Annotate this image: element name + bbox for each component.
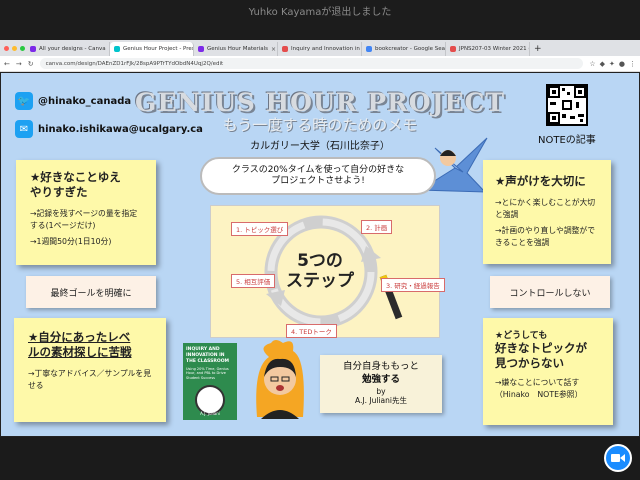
quote-line-2: 勉強する [361, 373, 400, 385]
quote-line-1: 自分自身ももっと [342, 361, 419, 372]
note3-title: ★自分にあったレベ [28, 330, 131, 344]
tab-favicon-icon [114, 46, 120, 52]
browser-tabs: All your designs - Canva×Genius Hour Pro… [0, 40, 640, 56]
note1-text-2: →1週間50分(1日10分) [30, 237, 112, 247]
tab-label: All your designs - Canva [39, 46, 106, 52]
note4-title: 好きなトピックが [495, 341, 587, 355]
note2-text-1: →とにかく楽しむことが大切と強調 [495, 197, 596, 219]
step-4-label: 4. TEDトーク [286, 324, 337, 338]
twitter-icon: 🐦 [15, 92, 33, 110]
note4-subtitle: 見つからない [495, 355, 564, 370]
address-bar-row: ← → ↻ canva.com/design/DAEnZD1rFJk/28spA… [0, 56, 640, 72]
maximize-window-icon[interactable] [20, 46, 25, 51]
window-controls [0, 46, 26, 56]
tab-4[interactable]: Inquiry and Innovation in the C× [278, 42, 362, 56]
quote-box: 自分自身ももっと 勉強する by A.J. Juliani先生 [320, 355, 442, 413]
back-icon[interactable]: ← [4, 60, 10, 68]
sticky-note-3: ★自分にあったレベ ルの素材探しに苦戦 →丁寧なアドバイス／サンプルを見せる [14, 318, 166, 422]
five-steps-center: 5つの ステップ [286, 251, 354, 291]
note-article-label: NOTEの記事 [538, 135, 596, 146]
note1-subtitle: やりすぎた [30, 184, 88, 199]
tab-favicon-icon [198, 46, 204, 52]
step-5-label: 5. 相互評価 [231, 274, 276, 288]
book-title: INQUIRY AND INNOVATION IN THE CLASSROOM [186, 347, 230, 364]
tab-5[interactable]: bookcreator - Google Search× [362, 42, 446, 56]
note2-text-2: →計画のやり直しや調整ができることを強調 [495, 226, 596, 247]
poster-university: カルガリー大学（石川比奈子） [250, 141, 390, 152]
extension-icon[interactable]: ◆ [600, 60, 605, 68]
book-author: A.J. Juliani [200, 410, 220, 416]
step-3-label: 3. 研究・経過報告 [381, 278, 445, 292]
note4-pretitle: ★どうしても [495, 331, 548, 341]
tab-2[interactable]: Genius Hour Project - Present× [110, 42, 194, 56]
note2-title: ★声がけを大切に [495, 174, 586, 188]
tab-label: Inquiry and Innovation in the C [291, 46, 361, 52]
twitter-handle: 🐦 @hinako_canada [15, 92, 131, 110]
note3-text-1: →丁寧なアドバイス／サンプルを見せる [28, 368, 152, 390]
meeting-notice: Yuhko Kayamaが退出しました [0, 0, 640, 40]
tab-1[interactable]: All your designs - Canva× [26, 42, 110, 56]
tab-favicon-icon [366, 46, 372, 52]
book-cover-image: INQUIRY AND INNOVATION IN THE CLASSROOM … [183, 343, 237, 420]
tab-label: Genius Hour Materials [207, 46, 268, 52]
note1-title: ★好きなことゆえ [30, 170, 121, 184]
tab-close-icon[interactable]: × [271, 46, 276, 53]
menu-icon[interactable]: ⋮ [629, 60, 636, 68]
quote-author: A.J. Juliani先生 [355, 396, 407, 406]
tab-favicon-icon [282, 46, 288, 52]
note4-text-1: →嫌なことについて話す（Hinako NOTE参照） [495, 377, 583, 399]
note1-text-1: →記録を残すページの量を指定する(1ページだけ) [30, 208, 138, 230]
quote-by: by [376, 386, 386, 396]
mail-icon: ✉ [15, 120, 33, 138]
url-input[interactable]: canva.com/design/DAEnZD1rFJk/28spA9PTrTY… [39, 58, 584, 69]
no-control-label: コントロールしない [490, 276, 610, 308]
tab-6[interactable]: JPNS207-03 Winter 2021 (Ko× [446, 42, 530, 56]
intro-speech-bubble: クラスの20%タイムを使って自分の好きな プロジェクトさせよう! [200, 157, 436, 195]
tab-3[interactable]: Genius Hour Materials × [194, 42, 278, 56]
puzzle-icon[interactable]: ✦ [609, 60, 615, 68]
book-subtitle: Using 20% Time, Genius Hour, and PBL to … [186, 366, 229, 380]
note3-subtitle: ルの素材探しに苦戦 [28, 344, 132, 359]
meeting-toolbar [0, 437, 640, 480]
sticky-note-4: ★どうしても 好きなトピックが 見つからない →嫌なことについて話す（Hinak… [483, 318, 613, 425]
qr-code-icon [546, 84, 588, 126]
sticky-note-2: ★声がけを大切に →とにかく楽しむことが大切と強調 →計画のやり直しや調整ができ… [483, 160, 611, 264]
extensions: ☆ ◆ ✦ ● ⋮ [589, 60, 636, 68]
clear-goal-label: 最終ゴールを明確に [26, 276, 156, 308]
new-tab-button[interactable]: + [530, 44, 546, 56]
tab-label: bookcreator - Google Search [375, 46, 446, 52]
avatar-illustration-icon [256, 340, 304, 419]
video-camera-icon[interactable] [604, 444, 632, 472]
forward-icon[interactable]: → [16, 60, 22, 68]
close-window-icon[interactable] [4, 46, 9, 51]
tab-label: Genius Hour Project - Present [123, 46, 193, 52]
reload-icon[interactable]: ↻ [28, 60, 34, 68]
profile-icon[interactable]: ● [619, 60, 625, 68]
tab-label: JPNS207-03 Winter 2021 (Ko [459, 46, 530, 52]
poster-title: GENIUS HOUR PROJECT [135, 88, 505, 117]
sticky-note-1: ★好きなことゆえ やりすぎた →記録を残すページの量を指定する(1ページだけ) … [16, 160, 156, 265]
star-icon[interactable]: ☆ [589, 60, 595, 68]
step-2-label: 2. 計画 [361, 220, 393, 234]
tab-favicon-icon [450, 46, 456, 52]
step-1-label: 1. トピック選び [231, 222, 289, 236]
minimize-window-icon[interactable] [12, 46, 17, 51]
tab-favicon-icon [30, 46, 36, 52]
